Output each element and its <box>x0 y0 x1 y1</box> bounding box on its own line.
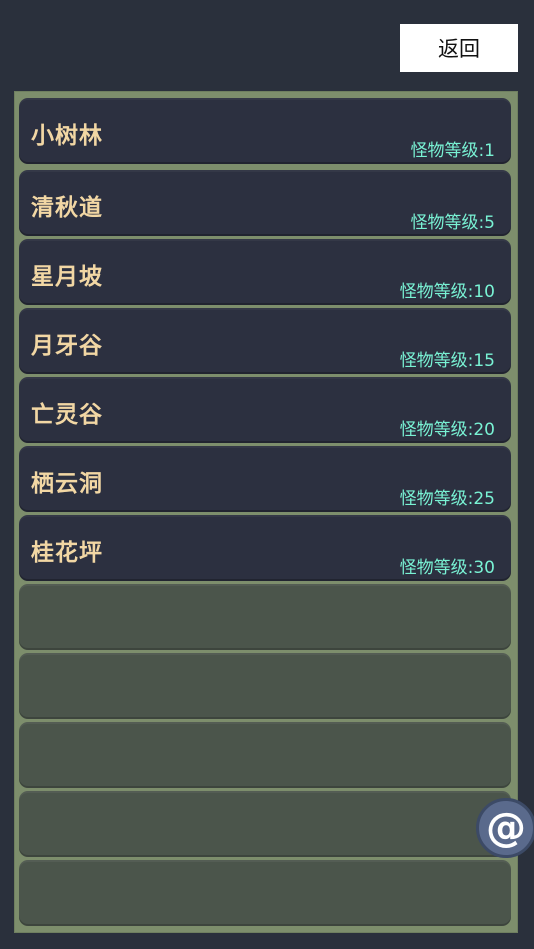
location-slot-2[interactable]: 清秋道 怪物等级:5 <box>19 170 511 236</box>
location-name: 亡灵谷 <box>31 402 103 428</box>
empty-slot <box>19 653 511 719</box>
location-name: 清秋道 <box>31 195 103 221</box>
monster-level-label: 怪物等级:15 <box>399 351 495 371</box>
location-slot-4[interactable]: 月牙谷 怪物等级:15 <box>19 308 511 374</box>
empty-slot <box>19 722 511 788</box>
monster-level-label: 怪物等级:1 <box>410 141 495 161</box>
location-slot-5[interactable]: 亡灵谷 怪物等级:20 <box>19 377 511 443</box>
location-list-panel: 小树林 怪物等级:1 清秋道 怪物等级:5 星月坡 怪物等级:10 月牙谷 怪物… <box>14 91 518 933</box>
location-name: 星月坡 <box>31 264 103 290</box>
empty-slot <box>19 584 511 650</box>
empty-slot <box>19 860 511 926</box>
back-button[interactable]: 返回 <box>400 24 518 72</box>
chat-button[interactable]: @ <box>476 798 534 858</box>
monster-level-label: 怪物等级:5 <box>410 213 495 233</box>
location-name: 月牙谷 <box>31 333 103 359</box>
map-select-screen: 返回 小树林 怪物等级:1 清秋道 怪物等级:5 星月坡 怪物等级:10 月牙谷… <box>0 0 534 949</box>
monster-level-label: 怪物等级:20 <box>399 420 495 440</box>
location-name: 小树林 <box>31 123 103 149</box>
monster-level-label: 怪物等级:10 <box>399 282 495 302</box>
location-slot-3[interactable]: 星月坡 怪物等级:10 <box>19 239 511 305</box>
location-name: 桂花坪 <box>31 540 103 566</box>
location-name: 栖云洞 <box>31 471 103 497</box>
empty-slot <box>19 791 511 857</box>
location-slot-7[interactable]: 桂花坪 怪物等级:30 <box>19 515 511 581</box>
location-slot-6[interactable]: 栖云洞 怪物等级:25 <box>19 446 511 512</box>
monster-level-label: 怪物等级:30 <box>399 558 495 578</box>
location-slot-1[interactable]: 小树林 怪物等级:1 <box>19 98 511 164</box>
at-icon: @ <box>486 805 526 851</box>
monster-level-label: 怪物等级:25 <box>399 489 495 509</box>
